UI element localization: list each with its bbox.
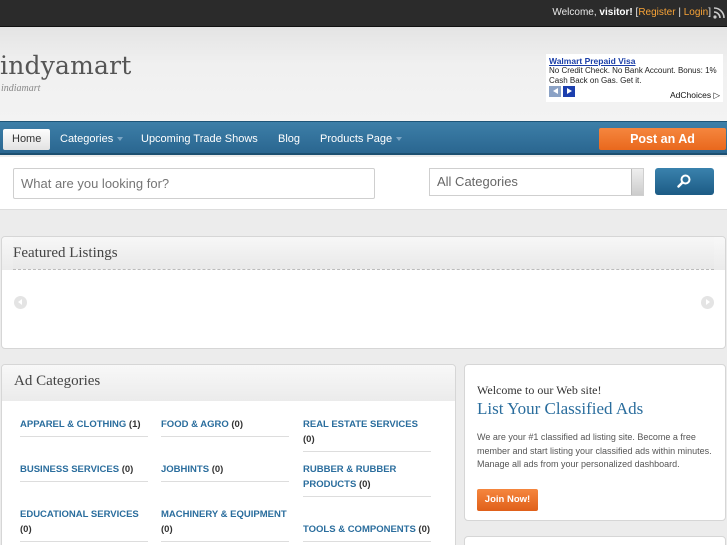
- category-count: (0): [161, 524, 173, 535]
- category-item[interactable]: RUBBER & RUBBER PRODUCTS (0): [303, 462, 431, 497]
- username: visitor!: [599, 7, 633, 18]
- category-count: (0): [303, 434, 315, 445]
- category-select[interactable]: All Categories: [429, 168, 644, 196]
- nav-blog-label: Blog: [278, 133, 301, 145]
- search-input[interactable]: [13, 168, 375, 199]
- category-count: (0): [211, 464, 224, 475]
- site-logo[interactable]: indyamart: [0, 51, 132, 80]
- welcome-message: Welcome, visitor! [Register | Login]: [552, 7, 711, 18]
- separator: |: [678, 7, 681, 18]
- category-count: (0): [418, 524, 431, 535]
- ad-prev-icon[interactable]: [549, 86, 561, 97]
- category-item[interactable]: MACHINERY & EQUIPMENT (0): [161, 507, 289, 542]
- site-header: indyamart indiamart Walmart Prepaid Visa…: [0, 27, 727, 121]
- category-name[interactable]: JOBHINTS: [161, 464, 209, 475]
- category-name[interactable]: FOOD & AGRO: [161, 419, 229, 430]
- category-count: (0): [231, 419, 243, 430]
- top-bar: Welcome, visitor! [Register | Login]: [0, 0, 727, 27]
- welcome-box: Welcome to our Web site! List Your Class…: [464, 364, 726, 521]
- carousel-prev-icon[interactable]: [14, 296, 27, 309]
- category-item[interactable]: EDUCATIONAL SERVICES (0): [20, 507, 148, 542]
- ad-categories: Ad Categories APPAREL & CLOTHING (1) FOO…: [1, 364, 456, 545]
- category-item[interactable]: JOBHINTS (0): [161, 462, 289, 482]
- nav-categories[interactable]: Categories: [60, 129, 124, 150]
- category-count: (1): [128, 419, 141, 430]
- nav-products-label: Products Page: [320, 133, 393, 145]
- search-icon: [677, 174, 691, 188]
- category-item[interactable]: FOOD & AGRO (0): [161, 417, 289, 437]
- category-item[interactable]: REAL ESTATE SERVICES (0): [303, 417, 431, 452]
- login-link[interactable]: Login: [684, 7, 708, 18]
- advertisement[interactable]: Walmart Prepaid Visa No Credit Check. No…: [546, 54, 723, 102]
- main-nav: Home Categories Upcoming Trade Shows Blo…: [0, 121, 727, 155]
- ad-next-icon[interactable]: [563, 86, 575, 97]
- nav-home[interactable]: Home: [3, 129, 51, 150]
- category-item[interactable]: TOOLS & COMPONENTS (0): [303, 522, 431, 542]
- ad-nav: [549, 86, 577, 100]
- post-ad-button[interactable]: Post an Ad: [599, 128, 726, 150]
- carousel-next-icon[interactable]: [701, 296, 714, 309]
- welcome-prefix: Welcome,: [552, 7, 597, 18]
- chevron-down-icon: [396, 137, 403, 142]
- adchoices-icon: ▷: [713, 90, 720, 100]
- category-count: (0): [358, 479, 371, 490]
- category-name[interactable]: MACHINERY & EQUIPMENT: [161, 509, 287, 520]
- category-select-value: All Categories: [437, 174, 518, 189]
- search-bar: All Categories: [0, 157, 727, 210]
- sidebar-box: [464, 536, 726, 545]
- nav-categories-label: Categories: [60, 133, 114, 145]
- category-name[interactable]: EDUCATIONAL SERVICES: [20, 509, 139, 520]
- category-name[interactable]: APPAREL & CLOTHING: [20, 419, 126, 430]
- featured-title: Featured Listings: [13, 245, 118, 261]
- featured-listings: Featured Listings: [1, 236, 726, 349]
- ad-body: No Credit Check. No Bank Account. Bonus:…: [549, 66, 717, 85]
- adchoices-label: AdChoices: [669, 90, 712, 100]
- category-count: (0): [20, 524, 32, 535]
- category-item[interactable]: BUSINESS SERVICES (0): [20, 462, 148, 482]
- nav-trade-shows-label: Upcoming Trade Shows: [141, 133, 258, 145]
- nav-blog[interactable]: Blog: [278, 129, 300, 150]
- adchoices-link[interactable]: AdChoices ▷: [670, 90, 720, 100]
- nav-home-label: Home: [12, 133, 42, 145]
- category-name[interactable]: BUSINESS SERVICES: [20, 464, 119, 475]
- welcome-small-title: Welcome to our Web site!: [477, 383, 602, 397]
- join-now-button[interactable]: Join Now!: [477, 489, 538, 511]
- ad-title[interactable]: Walmart Prepaid Visa: [549, 56, 720, 66]
- bracket-close: ]: [708, 7, 711, 18]
- nav-products-page[interactable]: Products Page: [320, 129, 403, 150]
- chevron-down-icon: [117, 137, 124, 142]
- rss-icon[interactable]: [713, 7, 725, 19]
- search-button[interactable]: [655, 168, 714, 195]
- select-arrows-icon: [631, 169, 643, 195]
- nav-trade-shows[interactable]: Upcoming Trade Shows: [141, 129, 258, 150]
- category-name[interactable]: TOOLS & COMPONENTS: [303, 524, 416, 535]
- register-link[interactable]: Register: [638, 7, 675, 18]
- category-count: (0): [121, 464, 134, 475]
- site-tagline: indiamart: [1, 83, 41, 94]
- category-name[interactable]: REAL ESTATE SERVICES: [303, 419, 418, 430]
- category-item[interactable]: APPAREL & CLOTHING (1): [20, 417, 148, 437]
- welcome-big-title: List Your Classified Ads: [477, 399, 644, 418]
- welcome-description: We are your #1 classified ad listing sit…: [477, 432, 712, 469]
- ad-categories-title: Ad Categories: [14, 373, 101, 389]
- category-name[interactable]: RUBBER & RUBBER PRODUCTS: [303, 464, 396, 490]
